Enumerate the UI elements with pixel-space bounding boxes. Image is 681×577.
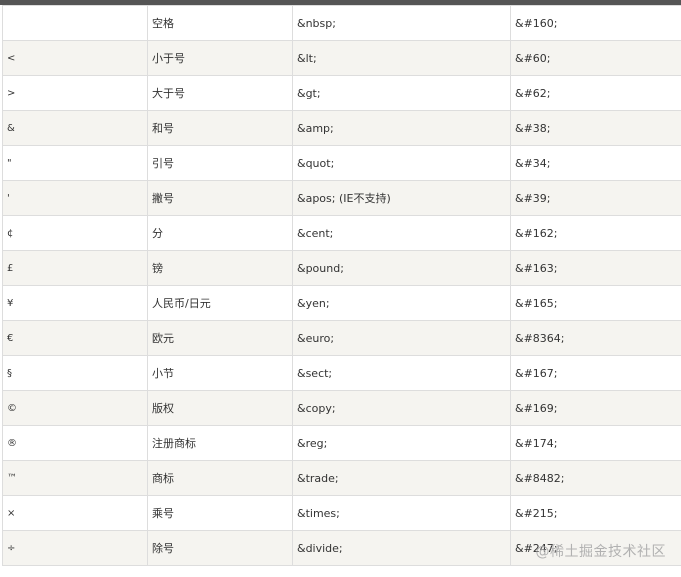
cell-description: 乘号 bbox=[147, 495, 293, 531]
cell-description: 欧元 bbox=[147, 320, 293, 356]
watermark: @稀土掘金技术社区 bbox=[535, 544, 666, 560]
cell-entity-name: &trade; bbox=[292, 460, 511, 496]
cell-symbol: × bbox=[2, 495, 148, 531]
table-row: ™ 商标 &trade; &#8482; bbox=[2, 460, 681, 496]
cell-entity-name: &lt; bbox=[292, 40, 511, 76]
cell-description: 版权 bbox=[147, 390, 293, 426]
cell-entity-name: &apos; (IE不支持) bbox=[292, 180, 511, 216]
cell-entity-name: &divide; bbox=[292, 530, 511, 566]
cell-entity-name: &nbsp; bbox=[292, 5, 511, 41]
cell-symbol: ™ bbox=[2, 460, 148, 496]
table-row: £ 镑 &pound; &#163; bbox=[2, 250, 681, 286]
cell-description: 和号 bbox=[147, 110, 293, 146]
cell-symbol: ® bbox=[2, 425, 148, 461]
cell-description: 商标 bbox=[147, 460, 293, 496]
table-row: € 欧元 &euro; &#8364; bbox=[2, 320, 681, 356]
cell-entity-number: &#165; bbox=[510, 285, 681, 321]
cell-entity-number: &#215; bbox=[510, 495, 681, 531]
table-row: ® 注册商标 &reg; &#174; bbox=[2, 425, 681, 461]
cell-symbol: © bbox=[2, 390, 148, 426]
cell-entity-name: &reg; bbox=[292, 425, 511, 461]
cell-entity-name: &amp; bbox=[292, 110, 511, 146]
cell-symbol: § bbox=[2, 355, 148, 391]
html-entities-table: 空格 &nbsp; &#160; < 小于号 &lt; &#60; > 大于号 &gt; &#62;… bbox=[2, 5, 681, 566]
cell-symbol: ¥ bbox=[2, 285, 148, 321]
cell-entity-number: &#8482; bbox=[510, 460, 681, 496]
cell-symbol: ¢ bbox=[2, 215, 148, 251]
cell-entity-name: &gt; bbox=[292, 75, 511, 111]
cell-symbol: " bbox=[2, 145, 148, 181]
cell-symbol: & bbox=[2, 110, 148, 146]
cell-entity-name: &euro; bbox=[292, 320, 511, 356]
cell-description: 镑 bbox=[147, 250, 293, 286]
cell-description: 注册商标 bbox=[147, 425, 293, 461]
cell-symbol: £ bbox=[2, 250, 148, 286]
cell-description: 小于号 bbox=[147, 40, 293, 76]
cell-symbol: ÷ bbox=[2, 530, 148, 566]
cell-description: 空格 bbox=[147, 5, 293, 41]
cell-entity-number: &#169; bbox=[510, 390, 681, 426]
cell-entity-number: &#39; bbox=[510, 180, 681, 216]
cell-entity-number: &#8364; bbox=[510, 320, 681, 356]
table-row: ' 撇号 &apos; (IE不支持) &#39; bbox=[2, 180, 681, 216]
table-row: × 乘号 &times; &#215; bbox=[2, 495, 681, 531]
table-row: 空格 &nbsp; &#160; bbox=[2, 5, 681, 41]
cell-entity-number: &#160; bbox=[510, 5, 681, 41]
cell-symbol: ' bbox=[2, 180, 148, 216]
cell-entity-number: &#60; bbox=[510, 40, 681, 76]
cell-entity-number: &#34; bbox=[510, 145, 681, 181]
cell-description: 除号 bbox=[147, 530, 293, 566]
table-row: ¥ 人民币/日元 &yen; &#165; bbox=[2, 285, 681, 321]
table-row: § 小节 &sect; &#167; bbox=[2, 355, 681, 391]
cell-description: 引号 bbox=[147, 145, 293, 181]
cell-entity-number: &#162; bbox=[510, 215, 681, 251]
cell-entity-name: &pound; bbox=[292, 250, 511, 286]
cell-entity-name: &quot; bbox=[292, 145, 511, 181]
table-row: > 大于号 &gt; &#62; bbox=[2, 75, 681, 111]
cell-entity-name: &yen; bbox=[292, 285, 511, 321]
cell-entity-number: &#167; bbox=[510, 355, 681, 391]
table-row: © 版权 &copy; &#169; bbox=[2, 390, 681, 426]
cell-symbol: > bbox=[2, 75, 148, 111]
cell-symbol: < bbox=[2, 40, 148, 76]
table-row: < 小于号 &lt; &#60; bbox=[2, 40, 681, 76]
cell-entity-name: &times; bbox=[292, 495, 511, 531]
cell-entity-number: &#38; bbox=[510, 110, 681, 146]
entities-table-body: 空格 &nbsp; &#160; < 小于号 &lt; &#60; > 大于号 &gt; &#62;… bbox=[2, 5, 681, 566]
cell-entity-number: &#163; bbox=[510, 250, 681, 286]
cell-entity-name: &sect; bbox=[292, 355, 511, 391]
cell-description: 人民币/日元 bbox=[147, 285, 293, 321]
cell-entity-name: &cent; bbox=[292, 215, 511, 251]
cell-entity-number: &#62; bbox=[510, 75, 681, 111]
cell-entity-name: &copy; bbox=[292, 390, 511, 426]
table-row: & 和号 &amp; &#38; bbox=[2, 110, 681, 146]
cell-symbol bbox=[2, 5, 148, 41]
cell-description: 大于号 bbox=[147, 75, 293, 111]
cell-description: 撇号 bbox=[147, 180, 293, 216]
cell-entity-number: &#174; bbox=[510, 425, 681, 461]
table-row: " 引号 &quot; &#34; bbox=[2, 145, 681, 181]
table-row: ¢ 分 &cent; &#162; bbox=[2, 215, 681, 251]
cell-description: 分 bbox=[147, 215, 293, 251]
cell-symbol: € bbox=[2, 320, 148, 356]
cell-description: 小节 bbox=[147, 355, 293, 391]
